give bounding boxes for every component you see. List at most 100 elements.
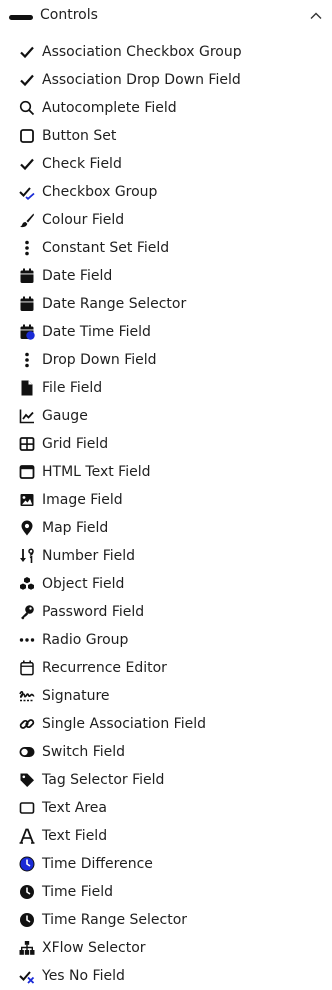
control-item-grid-field[interactable]: Grid Field (0, 430, 332, 458)
control-item-number-field[interactable]: Number Field (0, 542, 332, 570)
control-item-label: Grid Field (42, 436, 109, 452)
control-item-recurrence-editor[interactable]: Recurrence Editor (0, 654, 332, 682)
control-item-time-field[interactable]: Time Field (0, 878, 332, 906)
control-item-constant-set-field[interactable]: Constant Set Field (0, 234, 332, 262)
file-icon (19, 380, 35, 396)
control-item-label: Single Association Field (42, 716, 206, 732)
control-item-label: Time Difference (42, 856, 153, 872)
control-item-label: Radio Group (42, 632, 129, 648)
control-item-label: Object Field (42, 576, 125, 592)
controls-header[interactable]: Controls (0, 0, 332, 32)
calendar-outline-icon (19, 660, 35, 676)
chevron-up-icon[interactable] (309, 8, 323, 22)
control-list: Association Checkbox Group Association Dr… (0, 38, 332, 990)
control-item-label: Button Set (42, 128, 117, 144)
control-item-file-field[interactable]: File Field (0, 374, 332, 402)
control-item-label: Yes No Field (42, 968, 125, 984)
control-item-time-difference[interactable]: Time Difference (0, 850, 332, 878)
control-item-label: Image Field (42, 492, 123, 508)
control-item-yes-no-field[interactable]: Yes No Field (0, 962, 332, 990)
signature-icon (19, 688, 35, 704)
map-pin-icon (19, 520, 35, 536)
search-icon (19, 100, 35, 116)
control-item-label: Time Range Selector (42, 912, 188, 928)
clock-icon (19, 884, 35, 900)
control-item-label: Recurrence Editor (42, 660, 167, 676)
vertical-dots-icon (19, 352, 35, 368)
control-item-drop-down-field[interactable]: Drop Down Field (0, 346, 332, 374)
cubes-icon (19, 576, 35, 592)
control-item-image-field[interactable]: Image Field (0, 486, 332, 514)
clock-icon (19, 912, 35, 928)
control-item-xflow-selector[interactable]: XFlow Selector (0, 934, 332, 962)
grid-table-icon (19, 436, 35, 452)
control-item-label: Date Range Selector (42, 296, 187, 312)
control-item-check-field[interactable]: Check Field (0, 150, 332, 178)
control-item-label: Password Field (42, 604, 145, 620)
sitemap-icon (19, 940, 35, 956)
tag-icon (19, 772, 35, 788)
control-item-checkbox-group[interactable]: Checkbox Group (0, 178, 332, 206)
control-item-password-field[interactable]: Password Field (0, 598, 332, 626)
control-item-label: Signature (42, 688, 110, 704)
control-item-label: Date Field (42, 268, 113, 284)
controls-panel: Controls Association Checkbox Group Assoc… (0, 0, 332, 989)
control-item-label: Colour Field (42, 212, 125, 228)
control-item-radio-group[interactable]: Radio Group (0, 626, 332, 654)
horizontal-dots-icon (19, 632, 35, 648)
check-icon (19, 156, 35, 172)
vertical-dots-icon (19, 240, 35, 256)
calendar-icon (19, 296, 35, 312)
control-item-label: Drop Down Field (42, 352, 157, 368)
link-icon (19, 716, 35, 732)
control-item-label: File Field (42, 380, 103, 396)
panel-title: Controls (40, 7, 98, 23)
control-item-label: Checkbox Group (42, 184, 158, 200)
image-icon (19, 492, 35, 508)
control-item-label: Map Field (42, 520, 109, 536)
control-item-text-area[interactable]: Text Area (0, 794, 332, 822)
dash-icon (9, 15, 33, 20)
line-chart-icon (19, 408, 35, 424)
control-item-label: Association Drop Down Field (42, 72, 241, 88)
control-item-label: Association Checkbox Group (42, 44, 242, 60)
clock-blue-icon (19, 856, 35, 872)
control-item-date-range-selector[interactable]: Date Range Selector (0, 290, 332, 318)
square-outline-icon (19, 128, 35, 144)
window-icon (19, 464, 35, 480)
control-item-gauge[interactable]: Gauge (0, 402, 332, 430)
control-item-signature[interactable]: Signature (0, 682, 332, 710)
key-icon (19, 604, 35, 620)
rectangle-outline-icon (19, 800, 35, 816)
control-item-date-field[interactable]: Date Field (0, 262, 332, 290)
control-item-colour-field[interactable]: Colour Field (0, 206, 332, 234)
control-item-date-time-field[interactable]: Date Time Field (0, 318, 332, 346)
control-item-time-range-selector[interactable]: Time Range Selector (0, 906, 332, 934)
calendar-icon (19, 268, 35, 284)
control-item-object-field[interactable]: Object Field (0, 570, 332, 598)
calendar-clock-icon (19, 324, 35, 340)
check-icon (19, 72, 35, 88)
control-item-label: Switch Field (42, 744, 126, 760)
control-item-map-field[interactable]: Map Field (0, 514, 332, 542)
control-item-label: HTML Text Field (42, 464, 151, 480)
control-item-label: Time Field (42, 884, 114, 900)
control-item-label: Number Field (42, 548, 136, 564)
control-item-association-drop-down-field[interactable]: Association Drop Down Field (0, 66, 332, 94)
control-item-single-association-field[interactable]: Single Association Field (0, 710, 332, 738)
control-item-tag-selector-field[interactable]: Tag Selector Field (0, 766, 332, 794)
control-item-autocomplete-field[interactable]: Autocomplete Field (0, 94, 332, 122)
control-item-switch-field[interactable]: Switch Field (0, 738, 332, 766)
font-a-icon (19, 828, 35, 844)
control-item-text-field[interactable]: Text Field (0, 822, 332, 850)
control-item-button-set[interactable]: Button Set (0, 122, 332, 150)
control-item-label: Date Time Field (42, 324, 151, 340)
paintbrush-icon (19, 212, 35, 228)
control-item-label: Autocomplete Field (42, 100, 177, 116)
control-item-association-checkbox-group[interactable]: Association Checkbox Group (0, 38, 332, 66)
sort-numeric-icon (19, 548, 35, 564)
check-icon (19, 44, 35, 60)
double-check-icon (19, 184, 35, 200)
control-item-html-text-field[interactable]: HTML Text Field (0, 458, 332, 486)
control-item-label: Check Field (42, 156, 122, 172)
